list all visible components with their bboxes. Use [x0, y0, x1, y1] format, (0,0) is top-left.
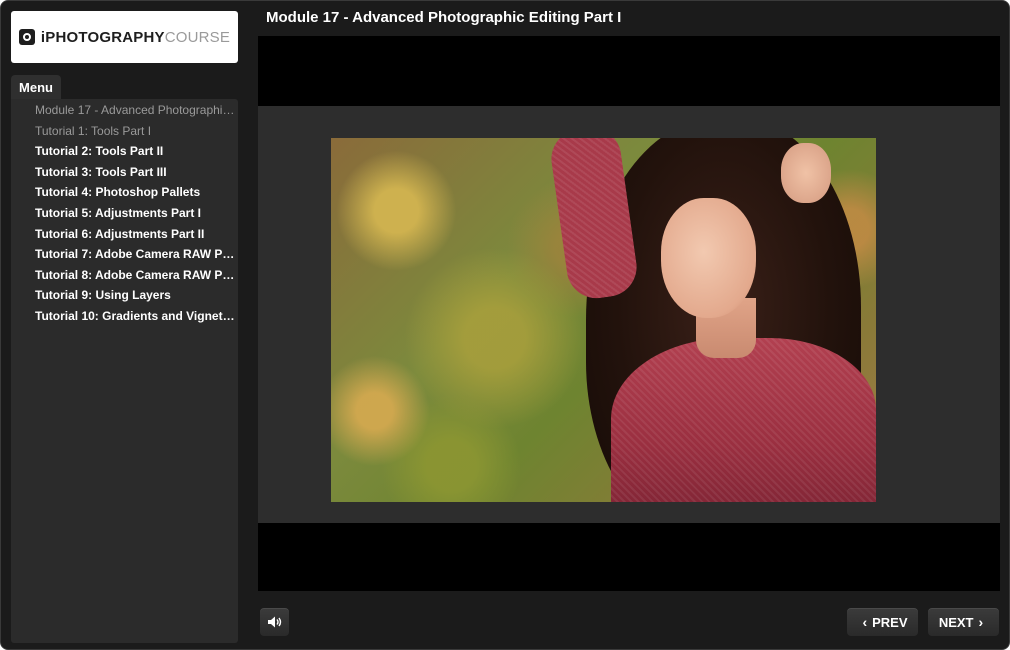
- logo-text-primary: iPHOTOGRAPHY: [40, 28, 165, 46]
- chevron-left-icon: ‹: [862, 614, 868, 630]
- menu-tab[interactable]: Menu: [11, 75, 61, 99]
- speaker-icon: [267, 616, 281, 628]
- prev-button[interactable]: ‹ PREV: [847, 608, 918, 636]
- slide-content: [258, 106, 1000, 523]
- menu-item-module[interactable]: Module 17 - Advanced Photographic Editin…: [35, 100, 238, 121]
- photo-sweater: [611, 338, 876, 502]
- prev-button-label: PREV: [872, 614, 908, 630]
- menu-item-tutorial-1[interactable]: Tutorial 1: Tools Part I: [35, 121, 238, 142]
- menu-item-tutorial-3[interactable]: Tutorial 3: Tools Part III: [35, 162, 238, 183]
- menu-list: Module 17 - Advanced Photographic Editin…: [35, 100, 238, 327]
- logo: iPHOTOGRAPHYCOURSE: [11, 11, 238, 63]
- player-window: iPHOTOGRAPHYCOURSE Menu Module 17 - Adva…: [0, 0, 1010, 650]
- next-button[interactable]: NEXT ›: [928, 608, 999, 636]
- photo-face: [661, 198, 756, 318]
- volume-button[interactable]: [260, 608, 289, 636]
- menu-item-tutorial-4[interactable]: Tutorial 4: Photoshop Pallets: [35, 182, 238, 203]
- photo-hand: [781, 143, 831, 203]
- photo-arm: [547, 138, 641, 303]
- chevron-right-icon: ›: [978, 614, 984, 630]
- menu-item-tutorial-5[interactable]: Tutorial 5: Adjustments Part I: [35, 203, 238, 224]
- logo-text: iPHOTOGRAPHYCOURSE: [41, 29, 230, 46]
- camera-logo-icon: [18, 29, 35, 45]
- logo-text-secondary: COURSE: [164, 28, 231, 46]
- next-button-label: NEXT: [938, 614, 974, 630]
- menu-item-tutorial-7[interactable]: Tutorial 7: Adobe Camera RAW Part I: [35, 244, 238, 265]
- menu-item-tutorial-10[interactable]: Tutorial 10: Gradients and Vignettes: [35, 306, 238, 327]
- menu-panel: Module 17 - Advanced Photographic Editin…: [11, 99, 238, 643]
- menu-item-tutorial-8[interactable]: Tutorial 8: Adobe Camera RAW Part II: [35, 265, 238, 286]
- slide-photo: [331, 138, 876, 502]
- page-title: Module 17 - Advanced Photographic Editin…: [266, 9, 622, 26]
- menu-item-tutorial-2[interactable]: Tutorial 2: Tools Part II: [35, 141, 238, 162]
- slide-stage: [258, 36, 1000, 591]
- menu-item-tutorial-6[interactable]: Tutorial 6: Adjustments Part II: [35, 224, 238, 245]
- menu-item-tutorial-9[interactable]: Tutorial 9: Using Layers: [35, 285, 238, 306]
